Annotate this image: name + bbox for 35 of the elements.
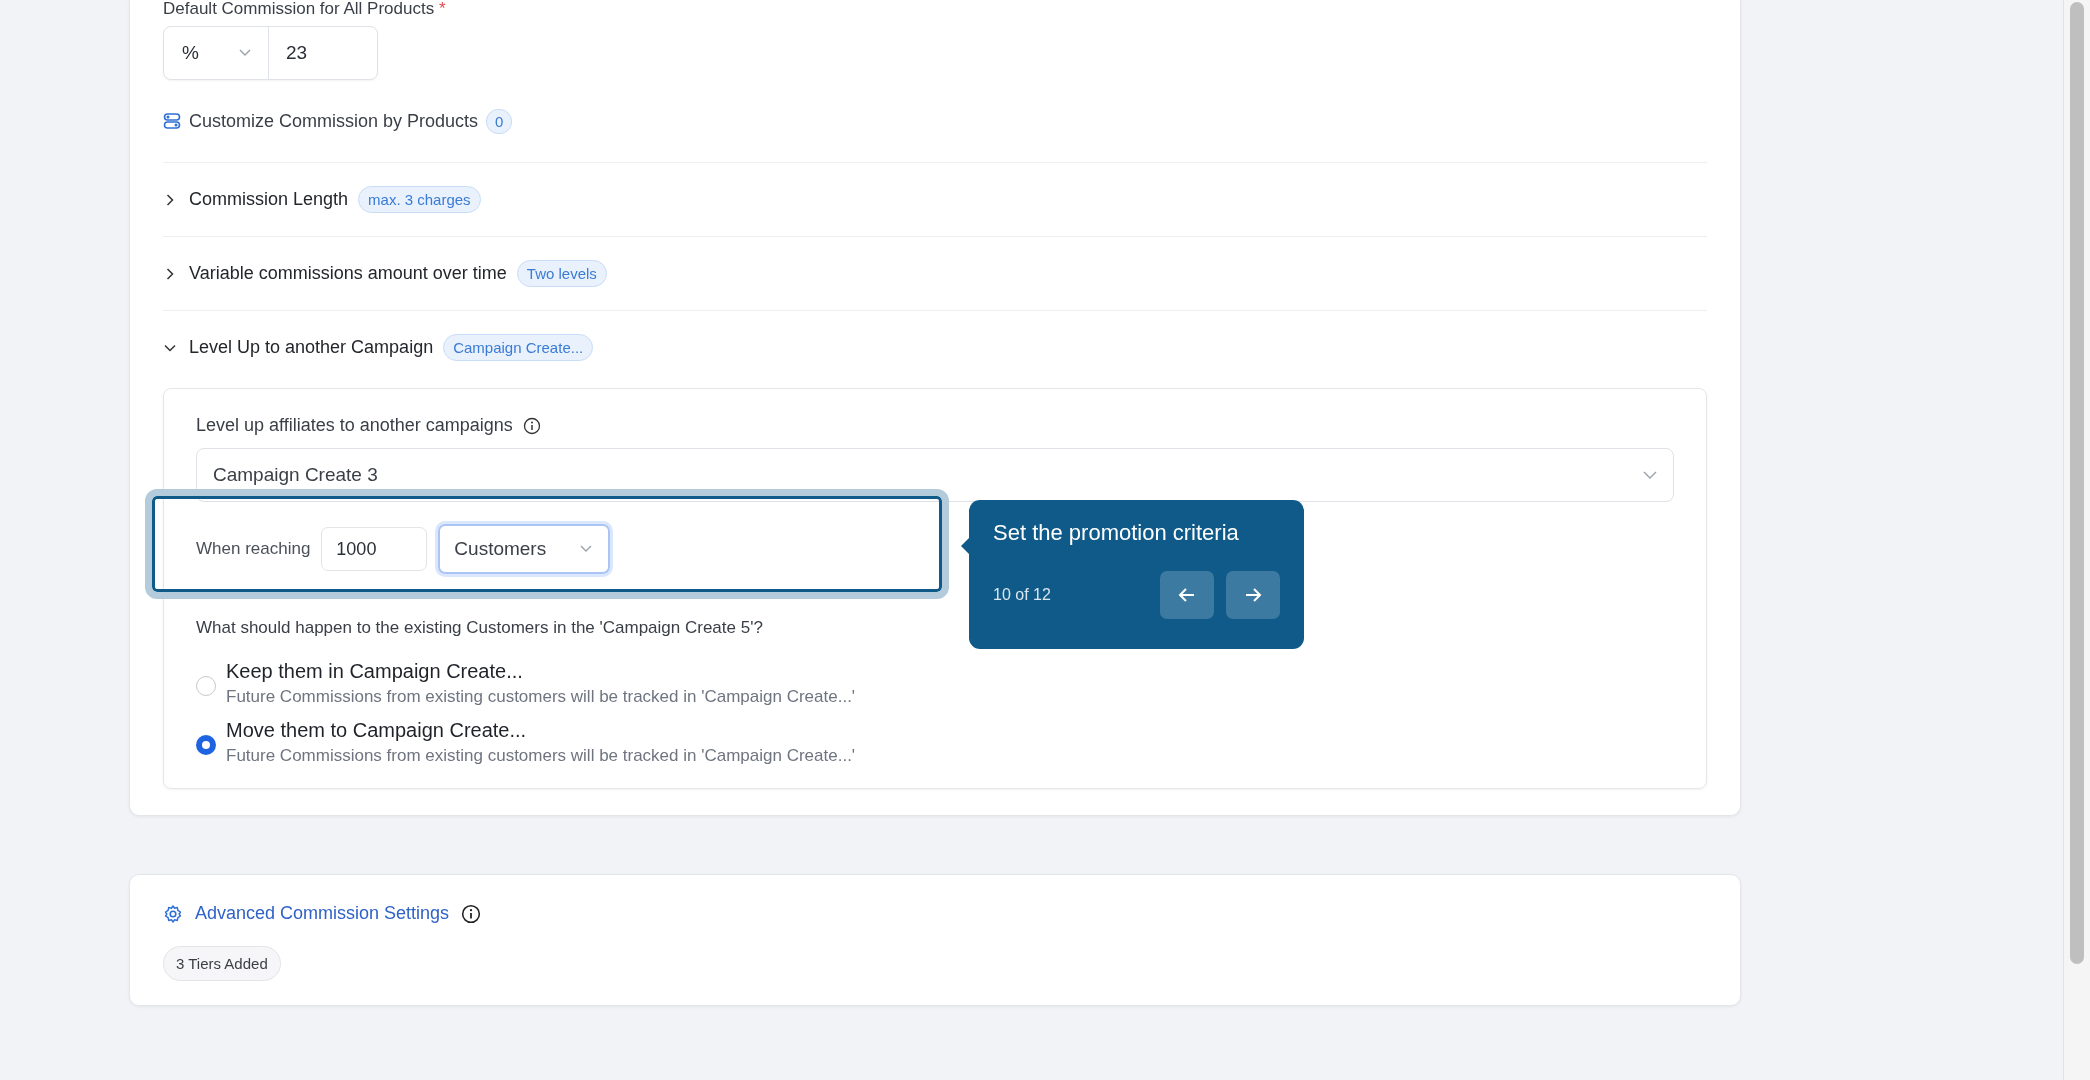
toggles-icon bbox=[163, 112, 181, 130]
section-badge: Campaign Create... bbox=[443, 334, 594, 361]
tiers-chip: 3 Tiers Added bbox=[163, 946, 281, 981]
radio-button[interactable] bbox=[196, 735, 216, 755]
scrollbar-thumb[interactable] bbox=[2070, 2, 2084, 964]
arrow-right-icon bbox=[1244, 587, 1262, 603]
question-text: What should happen to the existing Customers in the 'Campaign Create 5'? bbox=[196, 618, 764, 638]
field-label: Level up affiliates to another campaigns bbox=[196, 415, 513, 436]
section-header[interactable]: Variable commissions amount over time Two levels bbox=[163, 237, 1707, 311]
radio-button[interactable] bbox=[196, 676, 216, 696]
section-header[interactable]: Level Up to another Campaign Campaign Create... bbox=[163, 311, 1707, 384]
metric-select[interactable]: Customers bbox=[438, 524, 611, 574]
advanced-settings-link[interactable]: Advanced Commission Settings bbox=[195, 903, 450, 924]
next-button[interactable] bbox=[1226, 571, 1280, 619]
section-badge: max. 3 charges bbox=[358, 186, 481, 213]
section-badge: Two levels bbox=[516, 260, 607, 287]
option-label: Move them to Campaign Create... bbox=[226, 719, 528, 742]
option-description: Future Commissions from existing customers will be tracked in 'Campaign Create...' bbox=[226, 746, 856, 766]
step-counter: 10 of 12 bbox=[993, 586, 1051, 604]
chevron-down-icon bbox=[1643, 471, 1657, 479]
threshold-input[interactable]: 1000 bbox=[321, 527, 428, 571]
option-description: Future Commissions from existing customers will be tracked in 'Campaign Create...' bbox=[226, 687, 856, 707]
info-icon bbox=[522, 416, 541, 435]
settings-icon bbox=[163, 903, 183, 924]
arrow-left-icon bbox=[1178, 587, 1196, 603]
field-label: Default Commission for All Products * bbox=[163, 0, 447, 18]
info-icon bbox=[461, 903, 482, 924]
section-header[interactable]: Commission Length max. 3 charges bbox=[163, 163, 1707, 237]
tooltip-title: Set the promotion criteria bbox=[993, 520, 1240, 546]
option-label: Keep them in Campaign Create... bbox=[226, 660, 524, 683]
chevron-down-icon bbox=[580, 545, 593, 553]
previous-button[interactable] bbox=[1160, 571, 1214, 619]
field-label: When reaching bbox=[196, 539, 311, 559]
count-badge: 0 bbox=[486, 108, 513, 134]
customize-link[interactable]: Customize Commission by Products bbox=[189, 110, 479, 132]
